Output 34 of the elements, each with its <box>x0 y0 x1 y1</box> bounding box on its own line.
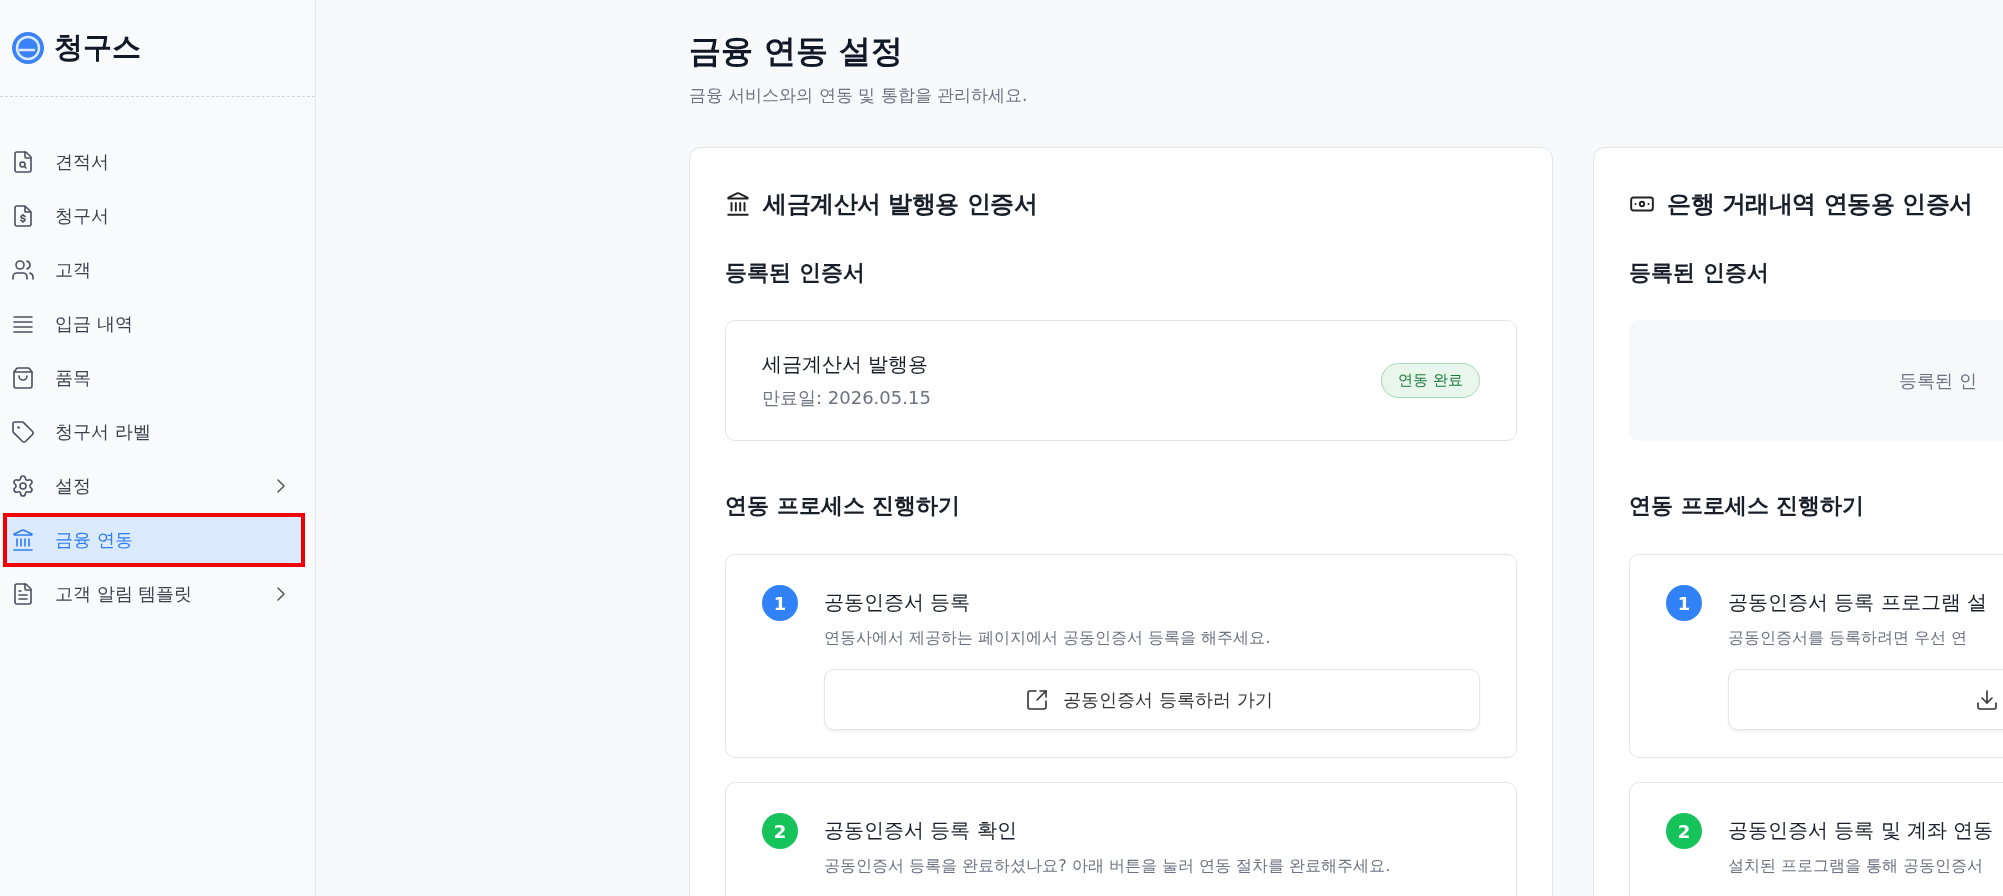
sidebar-item[interactable]: 설정 <box>3 459 305 513</box>
sidebar-item[interactable]: 품목 <box>3 351 305 405</box>
section-heading: 연동 프로세스 진행하기 <box>1629 492 1866 520</box>
sidebar-item[interactable]: 청구서 라벨 <box>3 405 305 459</box>
sidebar-item[interactable]: 청구서 <box>3 189 305 243</box>
section-heading: 등록된 인증서 <box>1629 259 1770 287</box>
sidebar-item[interactable]: 입금 내역 <box>3 297 305 351</box>
panel-title: 은행 거래내역 연동용 인증서 <box>1667 189 1973 220</box>
step-title: 공동인증서 등록 <box>824 589 972 616</box>
step-title: 공동인증서 등록 프로그램 설 <box>1728 589 1989 616</box>
empty-state-text: 등록된 인 <box>1899 368 1977 393</box>
step-title: 공동인증서 등록 및 계좌 연동 <box>1728 817 1995 844</box>
step-title: 공동인증서 등록 확인 <box>824 817 1018 844</box>
step-description: 설치된 프로그램을 통해 공동인증서 <box>1728 856 1985 877</box>
sidebar-item[interactable]: 고객 알림 템플릿 <box>3 567 305 621</box>
section-heading: 등록된 인증서 <box>725 259 866 287</box>
status-badge: 연동 완료 <box>1381 363 1480 398</box>
page-title: 금융 연동 설정 <box>689 31 905 72</box>
sidebar-item[interactable]: 견적서 <box>3 135 305 189</box>
certificate-name: 세금계산서 발행용 <box>762 351 930 378</box>
panel-title: 세금계산서 발행용 인증서 <box>763 189 1038 220</box>
step-number: 1 <box>762 585 798 621</box>
sidebar-item[interactable]: 고객 <box>3 243 305 297</box>
step-number: 1 <box>1666 585 1702 621</box>
app-logo-text: 청구스 <box>54 29 141 66</box>
step-description: 공동인증서 등록을 완료하셨나요? 아래 버튼을 눌러 연동 절차를 완료해주세요. <box>824 856 1392 877</box>
step-number: 2 <box>1666 813 1702 849</box>
step-number: 2 <box>762 813 798 849</box>
section-heading: 연동 프로세스 진행하기 <box>725 492 962 520</box>
step-description: 연동사에서 제공하는 페이지에서 공동인증서 등록을 해주세요. <box>824 628 1272 649</box>
step-button[interactable]: 공동인증서 등록하러 가기 <box>824 669 1480 730</box>
expiry-date: 만료일: 2026.05.15 <box>762 386 931 410</box>
page-subtitle: 금융 서비스와의 연동 및 통합을 관리하세요. <box>689 84 1029 107</box>
step-description: 공동인증서를 등록하려면 우선 연 <box>1728 628 1969 649</box>
